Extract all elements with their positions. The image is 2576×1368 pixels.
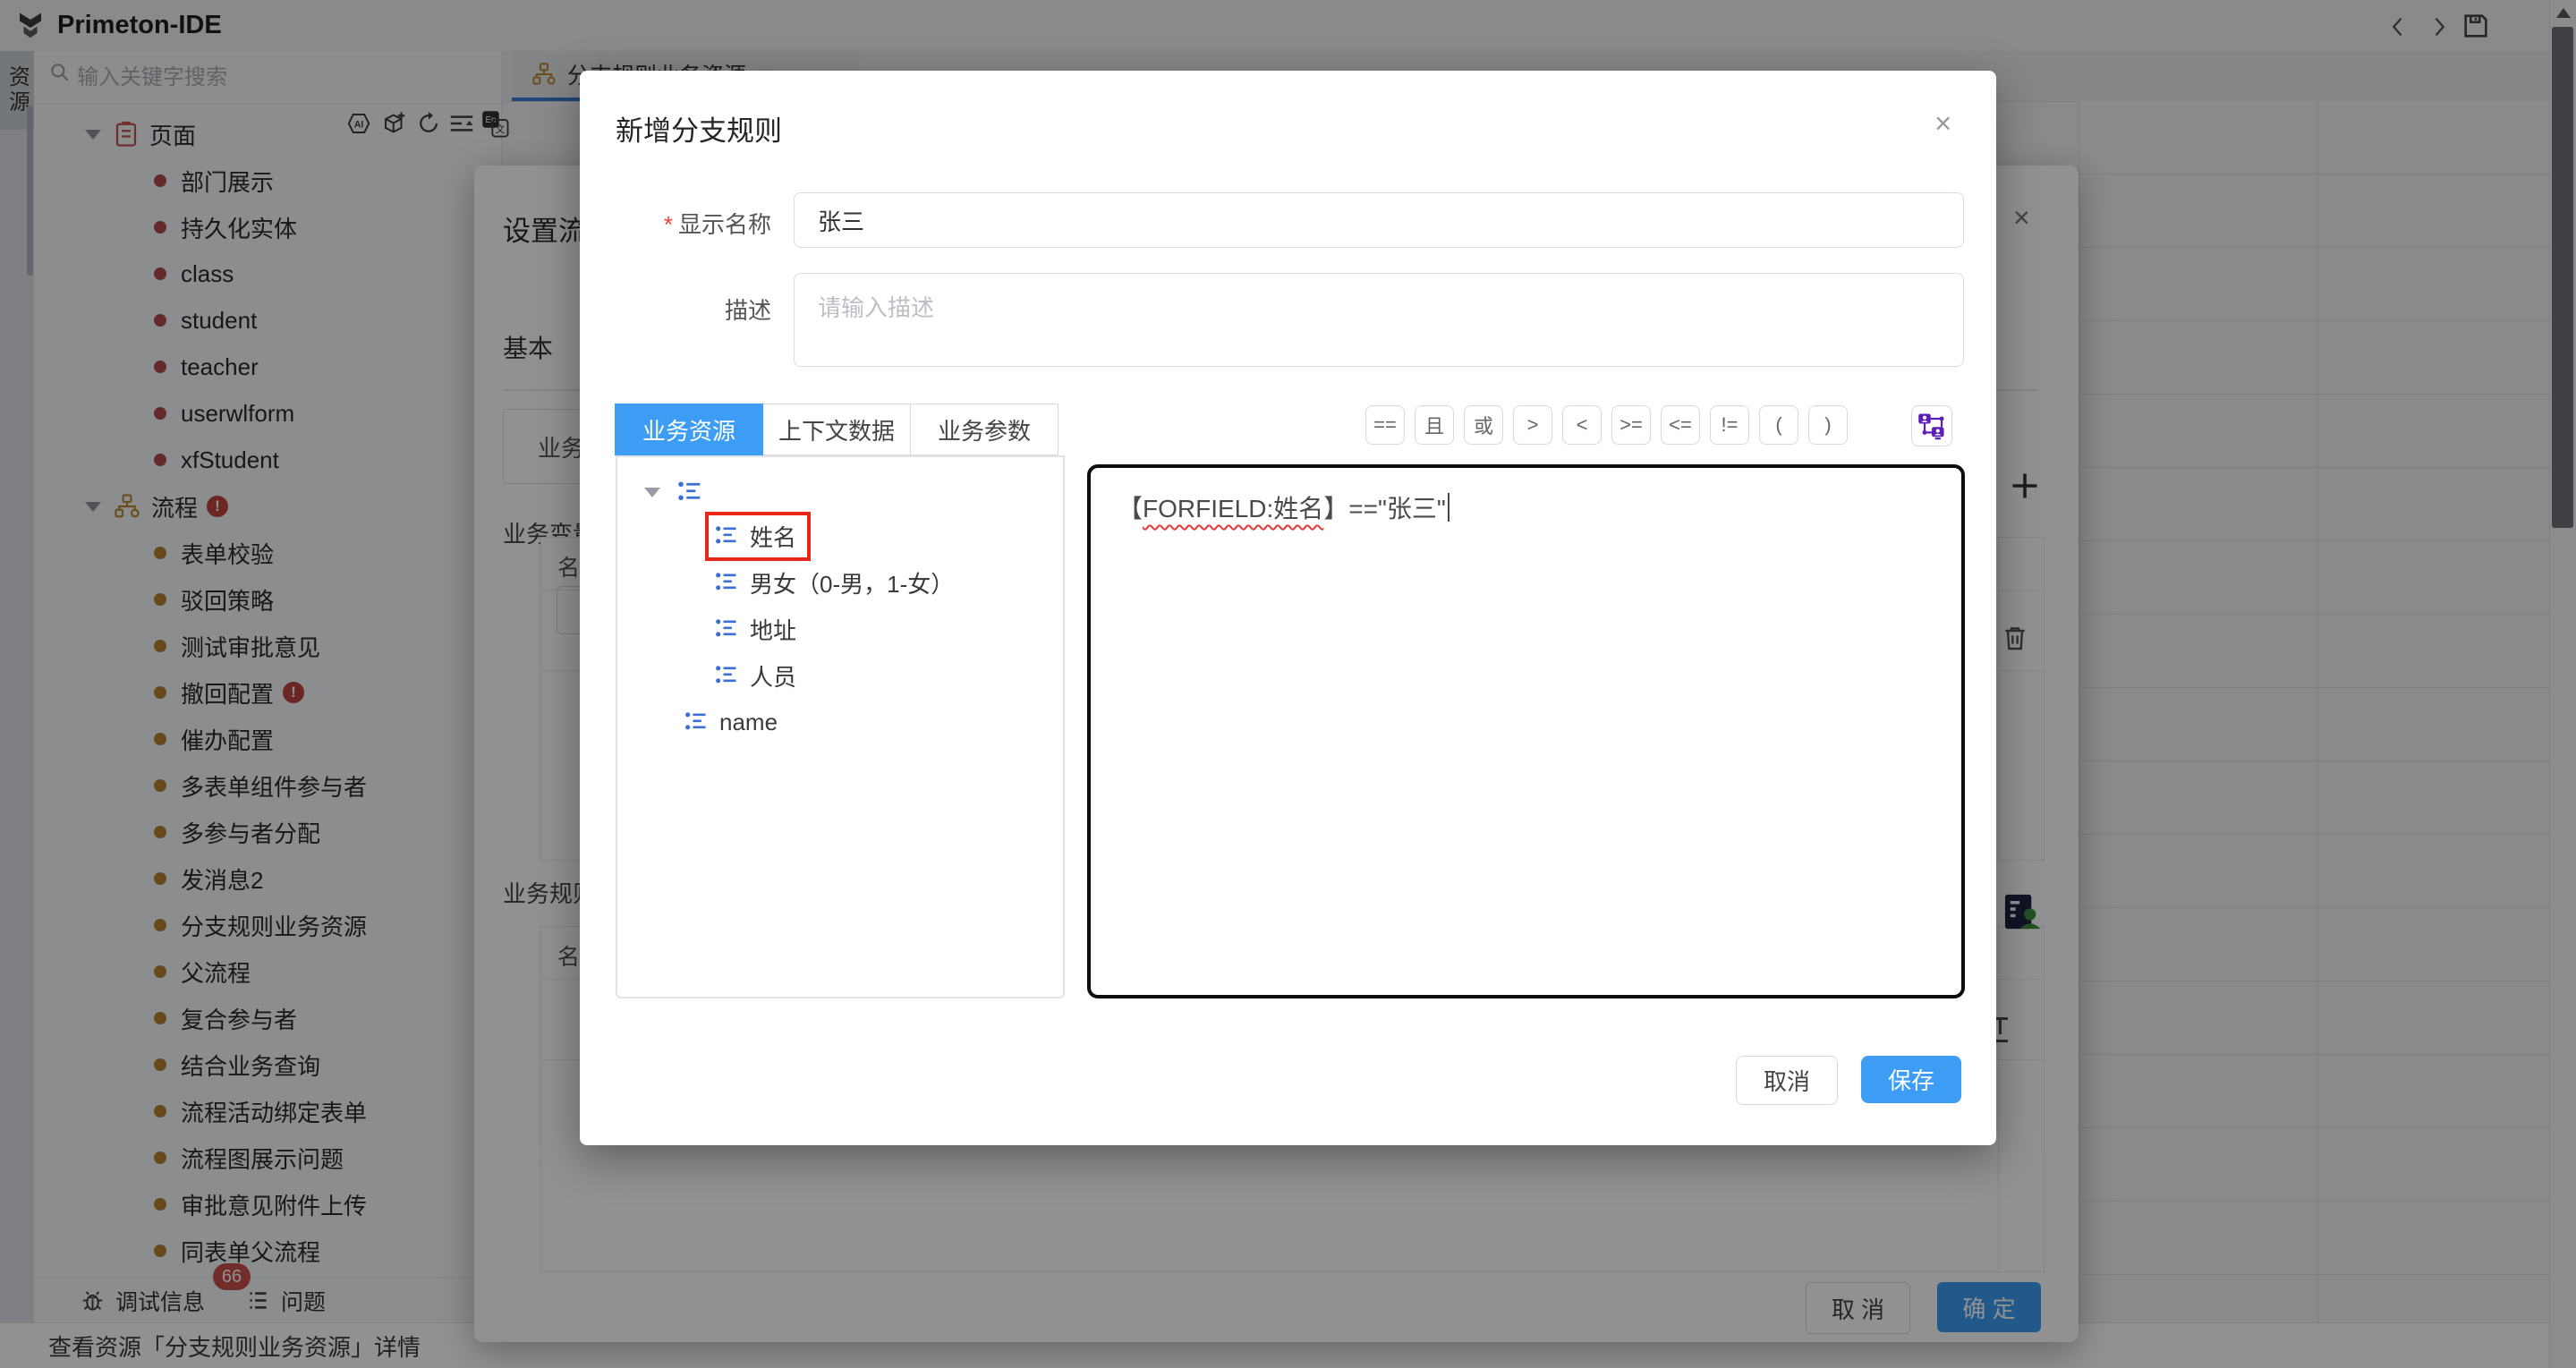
field-icon [684, 709, 709, 735]
modal-title: 新增分支规则 [616, 108, 782, 149]
business-resource-tree: 姓名 男女（0-男，1-女） [616, 455, 1065, 998]
field-tree-item[interactable]: 人员 [617, 652, 1063, 699]
screen: Primeton-IDE 资源 AI En文 [0, 0, 2576, 1368]
description-textarea[interactable] [794, 273, 1964, 367]
operator-button[interactable]: 或 [1464, 405, 1503, 445]
operator-button[interactable]: 且 [1415, 405, 1454, 445]
required-mark: * [664, 211, 673, 238]
text-cursor [1448, 493, 1450, 522]
field-icon [714, 616, 739, 642]
tree-root-row[interactable] [644, 479, 703, 506]
field-label: name [719, 709, 778, 736]
field-icon [714, 570, 739, 595]
field-tree-item[interactable]: 姓名 [617, 513, 1063, 559]
field-tree-item[interactable]: name [617, 699, 1063, 745]
operator-button[interactable]: ) [1808, 405, 1848, 445]
field-icon [714, 523, 739, 548]
modal-close-icon[interactable]: × [1934, 106, 1951, 140]
field-label: 地址 [750, 613, 796, 646]
caret-down-icon [644, 488, 660, 497]
operator-button[interactable]: ( [1759, 405, 1798, 445]
operator-button[interactable]: != [1710, 405, 1749, 445]
field-label: 人员 [750, 659, 796, 692]
operator-button[interactable]: == [1365, 405, 1405, 445]
source-tab-label: 上下文数据 [778, 413, 895, 446]
field-tree-item[interactable]: 男女（0-男，1-女） [617, 559, 1063, 606]
description-label: 描述 [725, 293, 771, 326]
source-tabs: 业务资源 上下文数据 业务参数 [616, 404, 1058, 455]
display-name-input[interactable] [794, 192, 1964, 248]
operator-button[interactable]: >= [1611, 405, 1651, 445]
display-name-label: *显示名称 [655, 207, 771, 240]
operator-button[interactable]: > [1513, 405, 1552, 445]
tree-children: 姓名 男女（0-男，1-女） [617, 513, 1063, 745]
operator-toolbar: == 且 或 > < >= <= != ( ) [1365, 405, 1848, 445]
source-tab-label: 业务资源 [642, 413, 735, 446]
expr-rest: =="张三" [1348, 495, 1446, 523]
field-icon [714, 663, 739, 688]
add-branch-rule-modal: 新增分支规则 × *显示名称 描述 业务资源 上下文数据 业务参数 [580, 71, 1996, 1145]
expr-token: FORFIELD:姓名 [1143, 495, 1323, 523]
field-root-icon [676, 479, 703, 506]
field-tree-item[interactable]: 地址 [617, 606, 1063, 652]
source-tab[interactable]: 上下文数据 [762, 404, 911, 455]
operator-button[interactable]: < [1562, 405, 1602, 445]
expr-close: 】 [1323, 495, 1348, 523]
expr-open: 【 [1118, 495, 1143, 523]
modal-cancel-button[interactable]: 取消 [1736, 1056, 1838, 1105]
field-label: 姓名 [750, 520, 796, 553]
operator-button[interactable]: <= [1661, 405, 1700, 445]
participant-flow-icon[interactable] [1911, 405, 1952, 446]
field-label: 男女（0-男，1-女） [750, 566, 954, 599]
expression-editor[interactable]: 【FORFIELD:姓名】=="张三" [1087, 464, 1965, 998]
source-tab[interactable]: 业务参数 [910, 404, 1058, 455]
source-tab[interactable]: 业务资源 [615, 404, 763, 455]
source-tab-label: 业务参数 [938, 413, 1031, 446]
modal-save-button[interactable]: 保存 [1861, 1056, 1961, 1103]
